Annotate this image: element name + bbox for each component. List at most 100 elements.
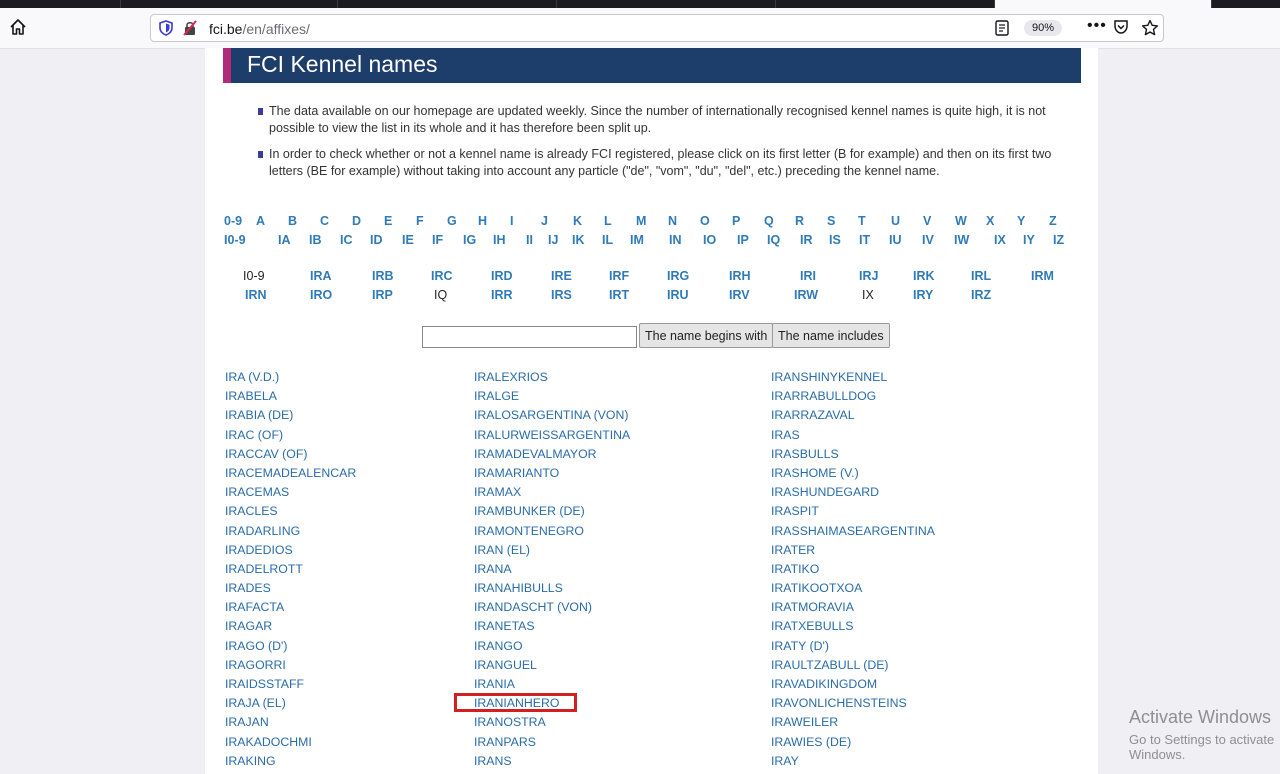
letter-pair-link-is[interactable]: IS	[829, 233, 841, 247]
kennel-name-link[interactable]: IRAMADEVALMAYOR	[474, 445, 630, 464]
letter-link-o[interactable]: O	[700, 214, 710, 228]
kennel-name-link[interactable]: IRAKING	[225, 752, 356, 771]
prefix-link-irn[interactable]: IRN	[245, 288, 267, 302]
kennel-name-link[interactable]: IRANDASCHT (VON)	[474, 598, 630, 617]
kennel-name-link[interactable]: IRACCAV (OF)	[225, 445, 356, 464]
kennel-name-link[interactable]: IRAC (OF)	[225, 426, 356, 445]
kennel-name-link[interactable]: IRAMAX	[474, 483, 630, 502]
prefix-link-irr[interactable]: IRR	[491, 288, 513, 302]
letter-pair-link-io[interactable]: IO	[703, 233, 716, 247]
name-includes-button[interactable]: The name includes	[772, 323, 890, 348]
kennel-name-link[interactable]: IRAVONLICHENSTEINS	[771, 694, 935, 713]
prefix-link-irc[interactable]: IRC	[431, 269, 453, 283]
prefix-link-iru[interactable]: IRU	[667, 288, 689, 302]
letter-pair-link-ie[interactable]: IE	[402, 233, 414, 247]
letter-pair-link-i09[interactable]: I0-9	[224, 233, 246, 247]
insecure-connection-icon[interactable]	[183, 20, 197, 36]
tracking-protection-shield-icon[interactable]	[159, 20, 173, 36]
prefix-link-ird[interactable]: IRD	[491, 269, 513, 283]
letter-pair-link-ii[interactable]: II	[526, 233, 533, 247]
kennel-name-link[interactable]: IRANGUEL	[474, 656, 630, 675]
letter-link-p[interactable]: P	[732, 214, 740, 228]
letter-pair-link-in[interactable]: IN	[669, 233, 682, 247]
kennel-name-link[interactable]: IRAGORRI	[225, 656, 356, 675]
letter-pair-link-id[interactable]: ID	[370, 233, 383, 247]
prefix-link-irf[interactable]: IRF	[609, 269, 629, 283]
kennel-name-link[interactable]: IRATXEBULLS	[771, 617, 935, 636]
kennel-name-link[interactable]: IRARRAZAVAL	[771, 406, 935, 425]
letter-link-l[interactable]: L	[604, 214, 612, 228]
prefix-link-irs[interactable]: IRS	[551, 288, 572, 302]
kennel-name-link[interactable]: IRATIKO	[771, 560, 935, 579]
letter-link-r[interactable]: R	[795, 214, 804, 228]
letter-pair-link-ip[interactable]: IP	[737, 233, 749, 247]
name-begins-with-button[interactable]: The name begins with	[639, 323, 774, 348]
kennel-name-link[interactable]: IRANOSTRA	[474, 713, 630, 732]
kennel-name-link[interactable]: IRANS	[474, 752, 630, 771]
kennel-name-link[interactable]: IRAY	[771, 752, 935, 771]
letter-pair-link-ij[interactable]: IJ	[548, 233, 558, 247]
prefix-link-iri[interactable]: IRI	[800, 269, 816, 283]
letter-link-q[interactable]: Q	[764, 214, 774, 228]
letter-link-n[interactable]: N	[668, 214, 677, 228]
letter-link-g[interactable]: G	[447, 214, 457, 228]
tab[interactable]	[0, 0, 121, 8]
kennel-name-link[interactable]: IRAS	[771, 426, 935, 445]
prefix-link-irj[interactable]: IRJ	[859, 269, 878, 283]
kennel-name-link[interactable]: IRACEMAS	[225, 483, 356, 502]
letter-pair-link-il[interactable]: IL	[602, 233, 613, 247]
kennel-name-link[interactable]: IRABIA (DE)	[225, 406, 356, 425]
prefix-link-irv[interactable]: IRV	[729, 288, 750, 302]
letter-pair-link-ix[interactable]: IX	[994, 233, 1006, 247]
kennel-name-link[interactable]: IRANSHINYKENNEL	[771, 368, 935, 387]
tab[interactable]	[557, 0, 776, 8]
prefix-link-irb[interactable]: IRB	[372, 269, 394, 283]
letter-link-09[interactable]: 0-9	[224, 214, 242, 228]
letter-pair-link-iy[interactable]: IY	[1023, 233, 1035, 247]
kennel-name-link[interactable]: IRAFACTA	[225, 598, 356, 617]
kennel-name-link[interactable]: IRANPARS	[474, 733, 630, 752]
page-actions-menu-icon[interactable]: •••	[1087, 17, 1107, 35]
letter-link-t[interactable]: T	[858, 214, 866, 228]
kennel-name-link[interactable]: IRABELA	[225, 387, 356, 406]
letter-link-y[interactable]: Y	[1017, 214, 1025, 228]
kennel-name-link[interactable]: IRALURWEISSARGENTINA	[474, 426, 630, 445]
kennel-name-link[interactable]: IRASHOME (V.)	[771, 464, 935, 483]
bookmark-star-icon[interactable]	[1141, 19, 1159, 37]
kennel-name-link[interactable]: IRAMBUNKER (DE)	[474, 502, 630, 521]
letter-link-k[interactable]: K	[573, 214, 582, 228]
kennel-name-link[interactable]: IRANGO	[474, 637, 630, 656]
letter-pair-link-ig[interactable]: IG	[463, 233, 476, 247]
prefix-link-irg[interactable]: IRG	[667, 269, 689, 283]
letter-pair-link-ib[interactable]: IB	[309, 233, 322, 247]
letter-pair-link-ih[interactable]: IH	[493, 233, 506, 247]
letter-pair-link-iu[interactable]: IU	[889, 233, 902, 247]
kennel-name-link[interactable]: IRAGO (D')	[225, 637, 356, 656]
kennel-name-link[interactable]: IRASSHAIMASEARGENTINA	[771, 522, 935, 541]
tab-active[interactable]	[995, 0, 1212, 8]
kennel-name-link[interactable]: IRASHUNDEGARD	[771, 483, 935, 502]
tab[interactable]	[338, 0, 557, 8]
prefix-link-irl[interactable]: IRL	[971, 269, 991, 283]
kennel-name-link[interactable]: IRAMARIANTO	[474, 464, 630, 483]
home-icon[interactable]	[8, 17, 28, 37]
kennel-name-link[interactable]: IRADES	[225, 579, 356, 598]
kennel-name-link[interactable]: IRAJA (EL)	[225, 694, 356, 713]
letter-pair-link-ic[interactable]: IC	[340, 233, 353, 247]
kennel-name-link[interactable]: IRACLES	[225, 502, 356, 521]
prefix-link-irt[interactable]: IRT	[609, 288, 629, 302]
kennel-name-link[interactable]: IRATMORAVIA	[771, 598, 935, 617]
kennel-name-link[interactable]: IRAN (EL)	[474, 541, 630, 560]
letter-link-u[interactable]: U	[891, 214, 900, 228]
letter-link-a[interactable]: A	[256, 214, 265, 228]
kennel-name-link[interactable]: IRAVADIKINGDOM	[771, 675, 935, 694]
prefix-link-ire[interactable]: IRE	[551, 269, 572, 283]
letter-pair-link-iw[interactable]: IW	[954, 233, 969, 247]
letter-link-h[interactable]: H	[478, 214, 487, 228]
url-text[interactable]: fci.be/en/affixes/	[209, 21, 310, 37]
prefix-link-irp[interactable]: IRP	[372, 288, 393, 302]
letter-link-i[interactable]: I	[510, 214, 513, 228]
kennel-name-link[interactable]: IRADARLING	[225, 522, 356, 541]
letter-link-x[interactable]: X	[986, 214, 994, 228]
kennel-name-link[interactable]: IRALGE	[474, 387, 630, 406]
